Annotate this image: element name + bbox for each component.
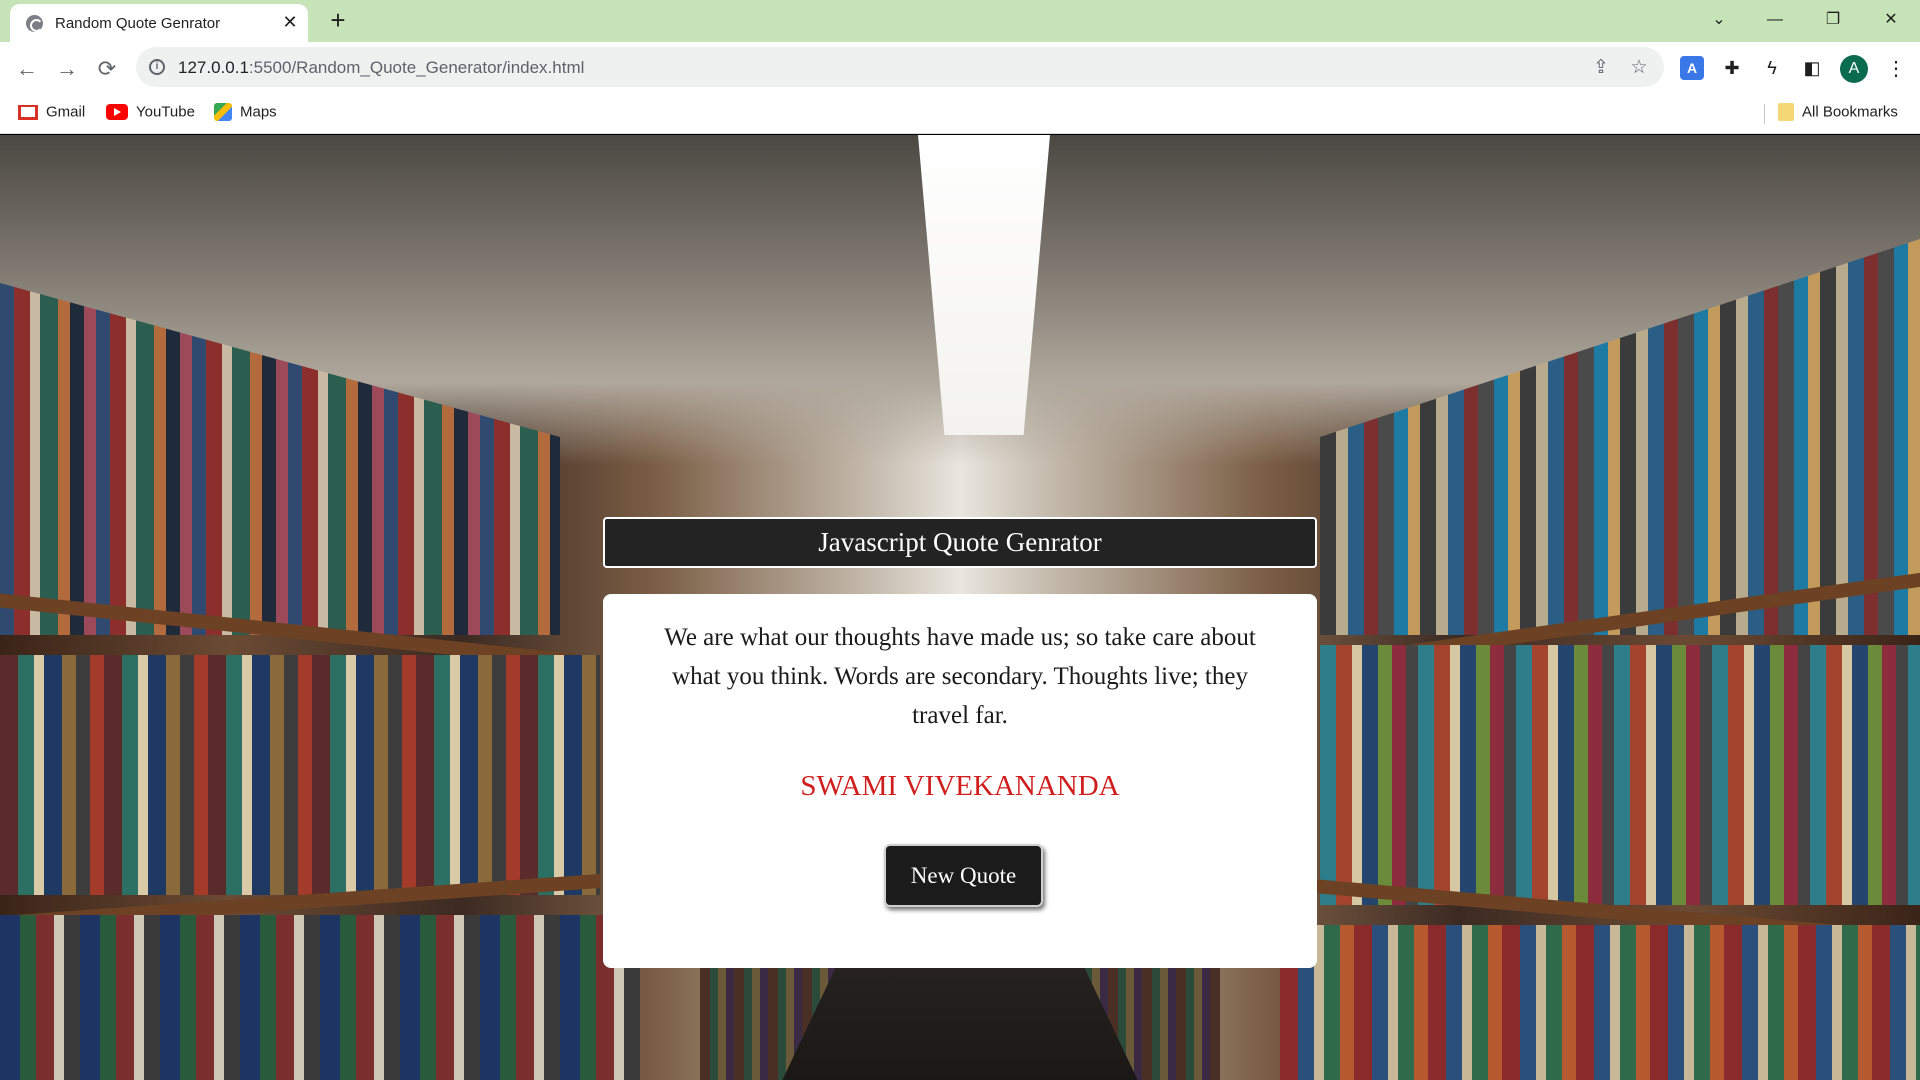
url-host: 127.0.0.1 <box>178 58 249 77</box>
browser-toolbar: ← → ⟳ i 127.0.0.1:5500/Random_Quote_Gene… <box>0 42 1920 94</box>
bookmark-gmail[interactable]: Gmail <box>18 103 85 125</box>
right-bookshelf-middle <box>1320 645 1920 905</box>
new-tab-button[interactable]: + <box>324 6 352 34</box>
browser-menu-icon[interactable]: ⋮ <box>1884 55 1908 83</box>
new-quote-button[interactable]: New Quote <box>884 844 1043 907</box>
quote-text: We are what our thoughts have made us; s… <box>664 624 1256 729</box>
restore-button[interactable]: ❐ <box>1810 2 1856 38</box>
all-bookmarks-label: All Bookmarks <box>1802 103 1898 121</box>
quote-card: We are what our thoughts have made us; s… <box>603 594 1317 968</box>
bookmark-label: Gmail <box>46 103 86 121</box>
bookmark-label: Maps <box>240 103 277 121</box>
gmail-icon <box>18 104 38 120</box>
globe-icon <box>26 15 43 32</box>
browser-tab[interactable]: Random Quote Genrator ✕ <box>10 4 308 42</box>
extension-bolt-icon[interactable]: ϟ <box>1760 56 1784 80</box>
left-bookshelf-lower <box>0 915 640 1080</box>
profile-avatar[interactable]: A <box>1840 55 1868 83</box>
address-bar[interactable]: i 127.0.0.1:5500/Random_Quote_Generator/… <box>136 47 1664 87</box>
reload-button[interactable]: ⟳ <box>92 54 122 84</box>
extensions-puzzle-icon[interactable]: ✚ <box>1720 56 1744 80</box>
minimize-button[interactable]: — <box>1752 2 1798 38</box>
bookmark-star-icon[interactable]: ☆ <box>1626 55 1652 81</box>
folder-icon <box>1778 103 1794 122</box>
bookmarks-divider <box>1764 104 1765 124</box>
window-close-button[interactable]: ✕ <box>1868 2 1914 38</box>
all-bookmarks-button[interactable]: All Bookmarks <box>1778 103 1898 125</box>
page-background-library: Javascript Quote Genrator We are what ou… <box>0 135 1920 1080</box>
tab-search-icon[interactable]: ⌄ <box>1696 2 1742 38</box>
bookmarks-bar: Gmail YouTube Maps All Bookmarks <box>0 94 1920 134</box>
side-panel-icon[interactable]: ◧ <box>1800 56 1824 80</box>
url-text[interactable]: 127.0.0.1:5500/Random_Quote_Generator/in… <box>178 58 584 78</box>
url-path: :5500/Random_Quote_Generator/index.html <box>248 58 585 77</box>
bookmark-maps[interactable]: Maps <box>214 103 277 125</box>
youtube-icon <box>106 104 128 121</box>
forward-button[interactable]: → <box>52 54 82 84</box>
right-bookshelf-lower <box>1280 925 1920 1080</box>
browser-title-bar: Random Quote Genrator ✕ + ⌄ — ❐ ✕ <box>0 0 1920 42</box>
site-info-icon[interactable]: i <box>149 59 165 75</box>
page-title: Javascript Quote Genrator <box>603 517 1317 568</box>
share-icon[interactable]: ⇪ <box>1588 55 1614 81</box>
quote-author: SWAMI VIVEKANANDA <box>800 770 1120 802</box>
tab-close-icon[interactable]: ✕ <box>280 12 300 32</box>
bookmark-youtube[interactable]: YouTube <box>106 103 195 125</box>
bookmark-label: YouTube <box>136 103 195 121</box>
maps-icon <box>214 103 232 122</box>
left-bookshelf-middle <box>0 655 600 895</box>
tab-title: Random Quote Genrator <box>55 15 221 32</box>
back-button[interactable]: ← <box>12 54 42 84</box>
translate-extension-icon[interactable]: A <box>1680 56 1704 80</box>
